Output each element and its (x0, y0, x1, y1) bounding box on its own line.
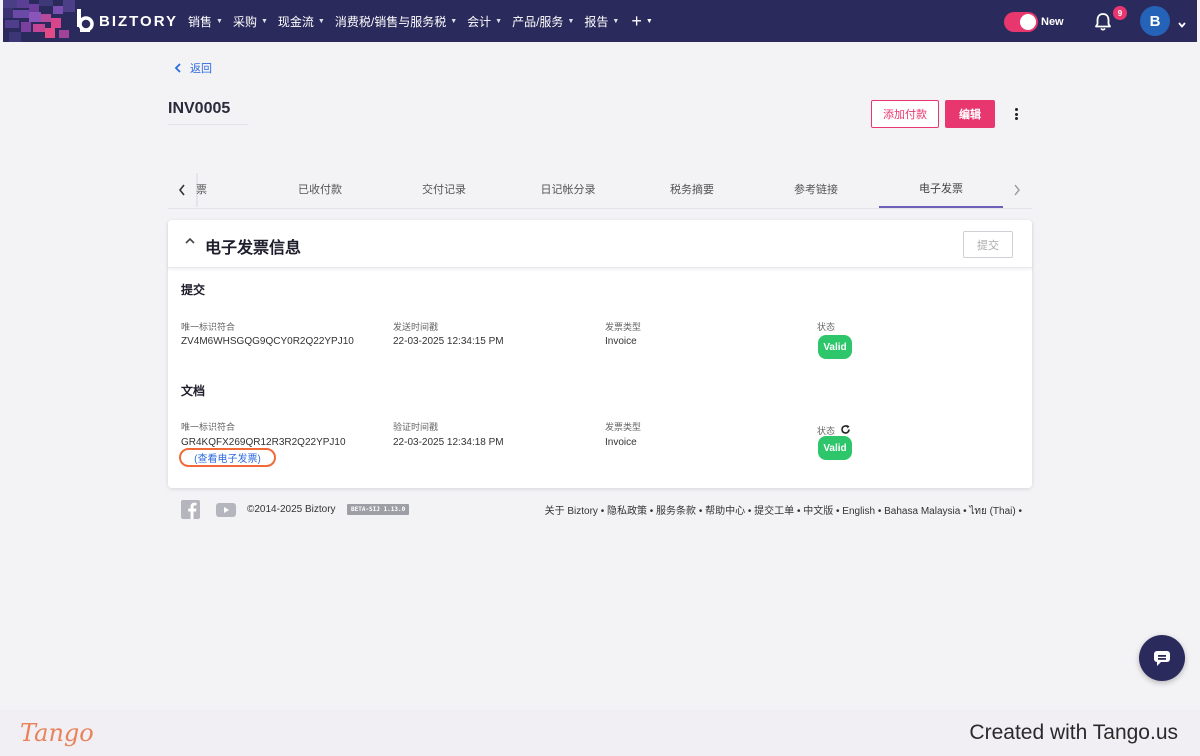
back-label: 返回 (190, 63, 212, 75)
menu-sst[interactable]: 消费税/销售与服务税 ▼ (335, 13, 457, 30)
menu-purchases[interactable]: 采购 ▼ (233, 13, 268, 30)
toggle-knob (1020, 14, 1036, 30)
tango-footer-bar: Tango Created with Tango.us (0, 710, 1200, 756)
submit-button[interactable]: 提交 (963, 231, 1013, 258)
copyright-text: ©2014-2025 Biztory (247, 504, 336, 515)
notification-count-badge: 9 (1113, 6, 1127, 20)
validated-time-value: 22-03-2025 12:34:18 PM (393, 437, 504, 448)
status-badge: Valid (818, 335, 852, 359)
invoice-type-value: Invoice (605, 336, 637, 347)
chevron-down-icon[interactable] (1177, 17, 1187, 28)
menu-products[interactable]: 产品/服务 ▼ (512, 13, 574, 30)
sent-time-value: 22-03-2025 12:34:15 PM (393, 336, 504, 347)
plus-icon: + (631, 10, 642, 31)
avatar[interactable]: B (1140, 6, 1170, 36)
chevron-up-icon[interactable] (183, 234, 197, 248)
sent-time-label: 发送时间戳 (393, 322, 439, 332)
toggle-label: New (1041, 16, 1064, 28)
chevron-down-icon: ▼ (645, 17, 653, 25)
footer-links[interactable]: 关于 Biztory • 隐私政策 • 服务条款 • 帮助中心 • 提交工单 •… (545, 502, 1022, 519)
chat-icon (1154, 651, 1170, 666)
chevron-down-icon: ▼ (317, 17, 325, 25)
menu-cashflow[interactable]: 现金流 ▼ (278, 13, 325, 30)
invoice-type-label: 发票类型 (605, 422, 642, 432)
chevron-left-icon (174, 63, 181, 73)
back-link[interactable]: 返回 (174, 60, 212, 76)
invoice-type-label: 发票类型 (605, 322, 642, 332)
tab-e-invoice[interactable]: 电子发票 (879, 170, 1003, 208)
tab-payments-received[interactable]: 已收付款 (258, 170, 382, 208)
tab-delivery-records[interactable]: 交付记录 (382, 170, 506, 208)
view-e-invoice-link[interactable]: (查看电子发票) (179, 448, 276, 467)
uid-value: ZV4M6WHSGQG9QCY0R2Q22YPJ10 (181, 336, 354, 347)
e-invoice-card: 电子发票信息 提交 提交 唯一标识符合 ZV4M6WHSGQG9QCY0R2Q2… (168, 220, 1032, 488)
menu-sales[interactable]: 销售 ▼ (188, 13, 223, 30)
chevron-down-icon: ▼ (450, 17, 458, 25)
brand-name: BIZTORY (99, 12, 179, 30)
new-ui-toggle[interactable] (1004, 12, 1038, 32)
chevron-down-icon: ▼ (567, 17, 575, 25)
tab-reference-links[interactable]: 参考链接 (754, 170, 878, 208)
invoice-type-value: Invoice (605, 437, 637, 448)
card-header: 电子发票信息 提交 (168, 220, 1032, 268)
version-badge: BETA-SIJ 1.13.0 (347, 504, 410, 515)
tab-bar: 票 已收付款 交付记录 日记帐分录 税务摘要 参考链接 电子发票 (168, 170, 1032, 209)
main-menu: 销售 ▼ 采购 ▼ 现金流 ▼ 消费税/销售与服务税 ▼ 会计 ▼ 产品/服务 ▼ 报告 ▼ … (188, 0, 653, 42)
biztory-logo-icon (75, 9, 95, 33)
tango-logo: Tango (20, 719, 94, 747)
status-label: 状态 (817, 322, 836, 332)
tango-credit-text: Created with Tango.us (969, 721, 1178, 744)
more-options-icon[interactable] (1008, 106, 1024, 122)
menu-reports[interactable]: 报告 ▼ (584, 13, 619, 30)
document-section-title: 文档 (181, 384, 206, 398)
quick-add-button[interactable]: + ▼ (631, 11, 652, 32)
chevron-down-icon: ▼ (216, 17, 223, 25)
youtube-icon[interactable] (216, 503, 236, 517)
edit-button[interactable]: 编辑 (945, 100, 995, 128)
facebook-icon[interactable] (181, 500, 200, 519)
page-title: INV0005 (168, 100, 231, 117)
uid-value: GR4KQFX269QR12R3R2Q22YPJ10 (181, 437, 346, 448)
chevron-down-icon: ▼ (260, 17, 268, 25)
refresh-icon[interactable] (840, 422, 851, 434)
uid-label: 唯一标识符合 (181, 422, 236, 432)
top-navbar: BIZTORY 销售 ▼ 采购 ▼ 现金流 ▼ 消费税/销售与服务税 ▼ 会计 ▼ 产品/… (3, 0, 1197, 42)
chevron-right-icon[interactable] (1002, 173, 1032, 207)
tab-invoice[interactable]: 票 (196, 170, 208, 208)
tab-journal-entries[interactable]: 日记帐分录 (506, 170, 630, 208)
validated-time-label: 验证时间戳 (393, 422, 439, 432)
uid-label: 唯一标识符合 (181, 322, 236, 332)
bell-icon[interactable] (1092, 11, 1114, 33)
card-title: 电子发票信息 (205, 240, 302, 257)
add-payment-button[interactable]: 添加付款 (871, 100, 939, 128)
status-badge: Valid (818, 436, 852, 460)
chevron-down-icon: ▼ (612, 17, 620, 25)
title-divider (168, 124, 248, 125)
brand-logo[interactable]: BIZTORY (75, 9, 178, 33)
chevron-left-icon[interactable] (168, 173, 198, 207)
chevron-down-icon: ▼ (495, 17, 503, 25)
chat-button[interactable] (1139, 635, 1185, 681)
tab-tax-summary[interactable]: 税务摘要 (630, 170, 754, 208)
menu-accounting[interactable]: 会计 ▼ (467, 13, 502, 30)
submission-section-title: 提交 (181, 283, 206, 297)
